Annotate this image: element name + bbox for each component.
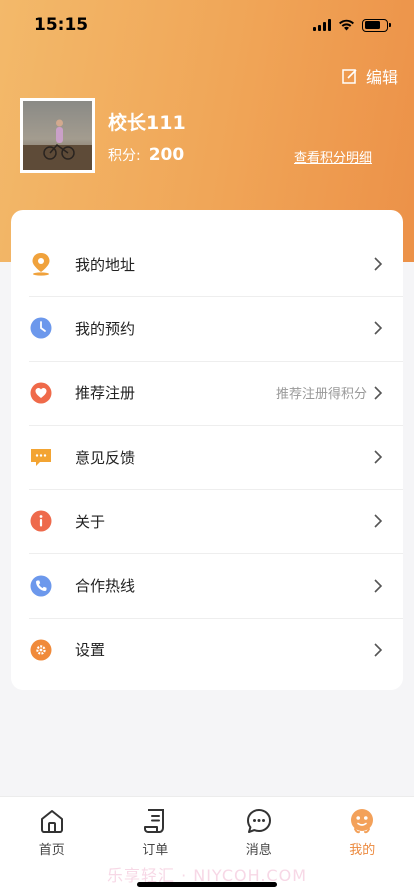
- chevron-right-icon: [371, 514, 385, 528]
- chat-bubble-icon: [29, 445, 53, 469]
- user-name: 校长111: [108, 112, 186, 134]
- menu-item-label: 推荐注册: [75, 384, 136, 403]
- points-label: 积分:: [108, 148, 141, 164]
- status-icons: [313, 18, 391, 32]
- phone-icon: [29, 574, 53, 598]
- chevron-right-icon: [371, 257, 385, 271]
- chevron-right-icon: [371, 579, 385, 593]
- chevron-right-icon: [371, 321, 385, 336]
- info-icon: [29, 509, 53, 533]
- status-bar: 15:15: [0, 0, 414, 50]
- avatar[interactable]: [20, 98, 95, 173]
- edit-icon: [342, 69, 357, 84]
- message-icon: [246, 809, 271, 833]
- tab-label: 订单: [142, 843, 169, 858]
- wifi-icon: [339, 19, 354, 31]
- menu-item-label: 我的预约: [75, 319, 136, 338]
- gear-icon: [29, 638, 53, 662]
- menu-item-referral[interactable]: 推荐注册 推荐注册得积分: [11, 360, 403, 425]
- clock-icon: [29, 316, 53, 340]
- menu-item-label: 设置: [75, 641, 106, 660]
- menu-item-label: 意见反馈: [75, 448, 136, 467]
- menu-item-hotline[interactable]: 合作热线: [11, 553, 403, 617]
- menu-item-label: 我的地址: [75, 255, 136, 274]
- menu-item-appointments[interactable]: 我的预约: [11, 296, 403, 360]
- home-icon: [40, 810, 63, 833]
- edit-label: 编辑: [365, 68, 398, 87]
- avatar-photo: [23, 101, 92, 170]
- menu-item-label: 合作热线: [75, 577, 136, 596]
- tab-label: 首页: [38, 843, 65, 858]
- points-display: 积分: 200: [108, 145, 184, 165]
- referral-hint: 推荐注册得积分: [275, 387, 367, 403]
- menu-item-about[interactable]: 关于: [11, 489, 403, 553]
- status-time: 15:15: [34, 15, 89, 35]
- chevron-right-icon: [371, 643, 385, 657]
- points-detail-link[interactable]: 查看积分明细: [294, 147, 372, 166]
- order-icon: [144, 809, 165, 833]
- menu-card: 我的地址 我的预约 推荐注册 推荐注册得积分 意见反馈 关于 合作热线 设置: [11, 210, 403, 690]
- menu-item-settings[interactable]: 设置: [11, 617, 403, 682]
- menu-item-address[interactable]: 我的地址: [11, 232, 403, 296]
- heart-icon: [29, 381, 53, 405]
- tab-label: 消息: [245, 843, 272, 858]
- edit-profile-button[interactable]: 编辑: [342, 64, 398, 88]
- chevron-right-icon: [371, 386, 385, 400]
- points-value: 200: [148, 145, 185, 165]
- tab-label: 我的: [349, 843, 376, 858]
- location-pin-icon: [29, 252, 53, 276]
- chevron-right-icon: [371, 450, 385, 464]
- profile-icon: [351, 809, 374, 834]
- cellular-signal-icon: [313, 19, 331, 31]
- battery-icon: [362, 18, 391, 32]
- menu-item-label: 关于: [75, 512, 106, 531]
- menu-item-feedback[interactable]: 意见反馈: [11, 424, 403, 489]
- home-indicator: [137, 882, 277, 887]
